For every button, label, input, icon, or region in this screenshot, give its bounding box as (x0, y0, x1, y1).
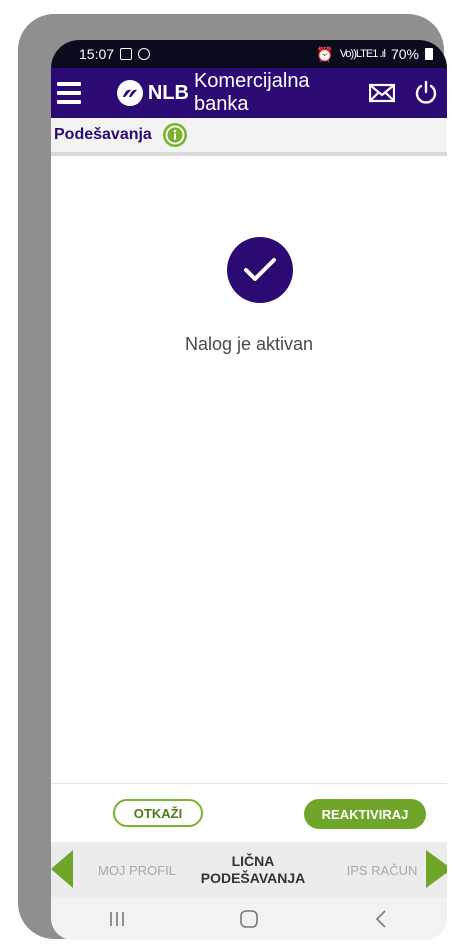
menu-icon[interactable] (57, 82, 81, 104)
status-left: 15:07 (79, 46, 151, 62)
gallery-notification-icon (120, 48, 133, 60)
tab-my-profile[interactable]: MOJ PROFIL (87, 842, 187, 898)
phone-notification-icon (138, 48, 151, 60)
reactivate-button[interactable]: REAKTIVIRAJ (304, 799, 426, 829)
mail-icon[interactable] (369, 83, 395, 103)
info-icon[interactable] (162, 122, 188, 148)
tab-ips-account[interactable]: IPS RAČUN (337, 842, 427, 898)
brand-name: NLB (147, 81, 189, 104)
home-icon[interactable] (237, 907, 261, 931)
chevron-right-icon[interactable] (426, 850, 447, 888)
back-icon[interactable] (369, 907, 393, 931)
recent-apps-icon[interactable] (105, 907, 129, 931)
account-status-message: Nalog je aktivan (184, 334, 314, 354)
divider (51, 783, 447, 784)
tab-personal-settings[interactable]: LIČNA PODEŠAVANJA (199, 842, 307, 898)
header-actions (369, 80, 439, 106)
signal-indicator: Vo))LTE1 .ıl (339, 48, 386, 60)
cancel-button[interactable]: OTKAŽI (113, 799, 203, 827)
status-time: 15:07 (79, 46, 115, 62)
status-bar: 15:07 ⏰ Vo))LTE1 .ıl 70% (51, 40, 447, 68)
bank-logo: NLB Komercijalna banka (116, 70, 369, 116)
alarm-icon: ⏰ (316, 45, 334, 62)
success-badge (227, 237, 293, 303)
check-icon (244, 258, 276, 281)
breadcrumb: Podešavanja (51, 118, 447, 156)
bank-name: Komercijalna banka (193, 70, 310, 115)
power-icon[interactable] (413, 80, 439, 106)
screen: 15:07 ⏰ Vo))LTE1 .ıl 70% NLB Komercijaln… (51, 40, 447, 940)
battery-icon (425, 48, 433, 60)
status-right: ⏰ Vo))LTE1 .ıl 70% (316, 46, 433, 63)
main-content: Nalog je aktivan (51, 156, 447, 796)
chevron-left-icon[interactable] (51, 850, 73, 888)
phone-frame: 15:07 ⏰ Vo))LTE1 .ıl 70% NLB Komercijaln… (18, 14, 447, 940)
app-header: NLB Komercijalna banka (51, 68, 447, 118)
page-title: Podešavanja (54, 126, 152, 143)
nlb-logo-icon (116, 80, 143, 106)
battery-level: 70% (390, 46, 419, 62)
settings-tab-strip: MOJ PROFIL LIČNA PODEŠAVANJA IPS RAČUN (51, 842, 447, 898)
system-nav-bar (51, 898, 447, 940)
